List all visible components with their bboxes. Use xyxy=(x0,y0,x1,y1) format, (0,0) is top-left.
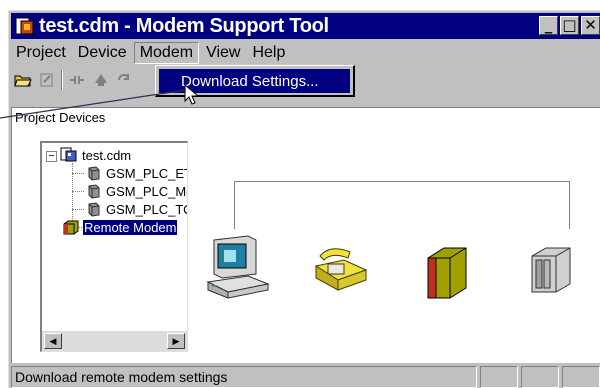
status-pane xyxy=(562,366,600,388)
tree-item-device[interactable]: GSM_PLC_Moc xyxy=(86,182,187,200)
tree-label: GSM_PLC_ETH xyxy=(106,165,187,181)
plc-device-icon xyxy=(86,165,102,181)
window-title: test.cdm - Modem Support Tool xyxy=(39,14,329,37)
maximize-button[interactable]: □ xyxy=(560,16,579,35)
menu-device[interactable]: Device xyxy=(73,42,132,64)
tree-item-device[interactable]: GSM_PLC_ETH xyxy=(86,164,187,182)
status-pane xyxy=(480,366,518,388)
status-pane xyxy=(521,366,559,388)
main-content: Project Devices − test.cdm GSM_PLC_ETH xyxy=(11,107,600,363)
collapse-toggle[interactable]: − xyxy=(46,151,57,162)
upload-icon[interactable] xyxy=(91,70,111,90)
menu-bar: Project Device Modem View Help xyxy=(11,41,292,65)
close-button[interactable]: ✕ xyxy=(581,16,600,35)
tree-line xyxy=(72,191,84,192)
horizontal-scrollbar[interactable]: ◀ ▶ xyxy=(42,331,187,351)
computer-icon[interactable] xyxy=(206,232,270,304)
project-devices-label: Project Devices xyxy=(15,110,106,125)
tree-line xyxy=(72,173,84,174)
plc-device-icon xyxy=(86,201,102,217)
scroll-right-arrow-icon[interactable]: ▶ xyxy=(167,333,185,349)
tree-item-remote-modem[interactable]: Remote Modem xyxy=(62,218,178,236)
tree-label: test.cdm xyxy=(82,147,132,163)
title-bar[interactable]: test.cdm - Modem Support Tool _ □ ✕ xyxy=(11,13,600,39)
plc-rack-icon[interactable] xyxy=(526,244,576,300)
app-icon xyxy=(15,16,35,36)
menu-help[interactable]: Help xyxy=(247,42,290,64)
minimize-button[interactable]: _ xyxy=(539,16,558,35)
plc-device-icon xyxy=(86,183,102,199)
tree-line xyxy=(72,209,84,210)
tree-label: Remote Modem xyxy=(83,219,178,235)
download-icon[interactable] xyxy=(115,70,135,90)
modem-icon xyxy=(62,219,80,235)
toolbar xyxy=(11,67,171,93)
project-file-icon xyxy=(60,147,78,163)
telephone-icon[interactable] xyxy=(310,238,370,298)
network-connector xyxy=(234,181,570,229)
connect-icon[interactable] xyxy=(67,70,87,90)
modem-device-icon[interactable] xyxy=(424,244,470,304)
status-bar: Download remote modem settings xyxy=(11,365,600,388)
menu-project[interactable]: Project xyxy=(11,42,71,64)
status-text: Download remote modem settings xyxy=(11,366,477,388)
tree-label: GSM_PLC_Moc xyxy=(106,183,187,199)
edit-icon[interactable] xyxy=(37,70,57,90)
toolbar-separator xyxy=(61,70,63,90)
tree-item-device[interactable]: GSM_PLC_TOC xyxy=(86,200,187,218)
menu-modem[interactable]: Modem xyxy=(133,42,200,64)
menu-view[interactable]: View xyxy=(201,42,245,64)
device-tree[interactable]: − test.cdm GSM_PLC_ETH xyxy=(40,141,188,352)
tree-item-project[interactable]: test.cdm xyxy=(60,146,132,164)
tree-label: GSM_PLC_TOC xyxy=(106,201,187,217)
scroll-left-arrow-icon[interactable]: ◀ xyxy=(44,333,62,349)
mouse-cursor-icon xyxy=(184,83,200,106)
open-folder-icon[interactable] xyxy=(13,70,33,90)
